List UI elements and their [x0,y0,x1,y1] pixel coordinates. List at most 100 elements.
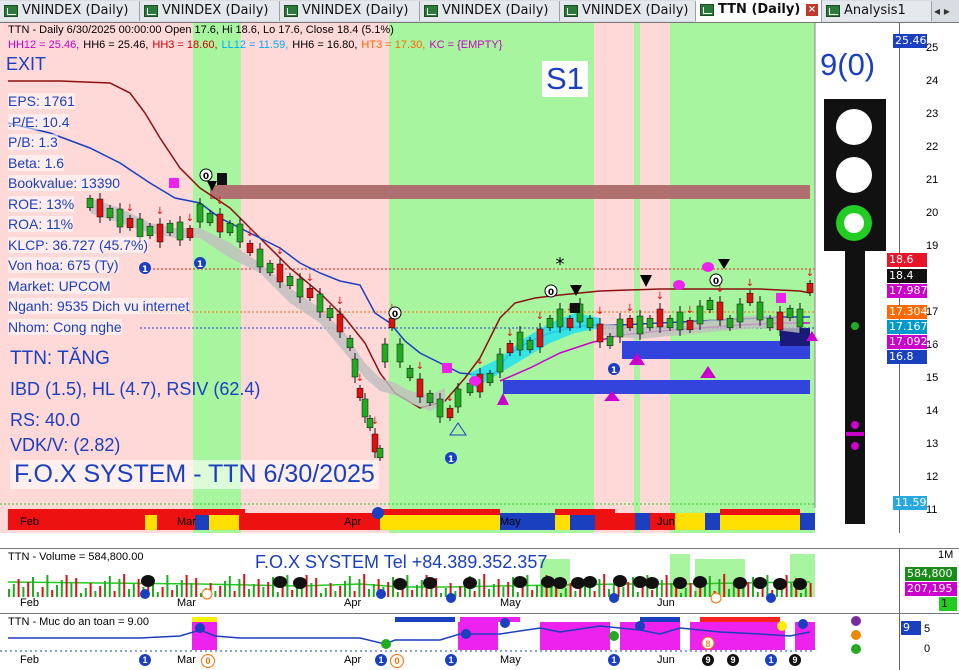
svg-text:↓: ↓ [806,268,814,279]
price-label: 25.46 [893,34,927,48]
svg-text:↓: ↓ [306,273,314,284]
level-value: HT3 = 17.30, [361,39,426,51]
svg-text:↓: ↓ [506,328,514,339]
level-value: HH12 = 25.46, [8,39,80,51]
resistance-band [210,185,810,199]
fundamental-item: KLCP: 36.727 (45.7%) [8,236,149,253]
svg-text:↓: ↓ [476,356,484,367]
level-value: LL12 = 11.59, [221,39,289,51]
zone-pink [241,23,389,533]
safety-line [8,625,811,645]
square-marker-black [570,303,580,313]
volume-panel[interactable]: TTN - Volume = 584,800.00 F.O.X SYSTEM T… [0,548,959,613]
light-top [836,109,872,145]
traffic-light [824,99,886,251]
y-tick: 13 [926,438,939,450]
tab-ttn-daily[interactable]: TTN (Daily) × [696,0,822,22]
signal-marker-1-text: 1 [611,366,617,376]
trend-signal: TTN: TĂNG [10,348,110,369]
month-label: Apr [344,597,362,609]
price-label: 17.9879 [887,284,935,298]
month-label: Mar [177,597,196,609]
svg-text:↓: ↓ [156,206,164,217]
y-tick: 25 [926,42,939,54]
fundamental-item: .P/E: 10.4 [8,113,70,130]
light-bottom-green [836,205,872,241]
volume-signal-label: 1 [939,597,957,611]
safety-signal-marker: 0 [201,654,215,668]
chart-icon [144,5,158,17]
fundamental-item: Nganh: 9535 Dich vu internet [8,298,190,314]
support-band [503,380,810,394]
eight-marker-text: 8 [705,640,711,650]
price-panel[interactable]: ↓↓↓↓↓↓↓↓↓↓↓↓↓↓↓↓↓↓↓↓↓↓↓↓↓↓ 1 1 1 1 0 0 0… [0,22,959,533]
safety-signal-marker: 9 [789,654,801,666]
fundamental-item: Market: UPCOM [8,277,111,294]
svg-text:↓: ↓ [216,196,224,207]
close-tab-icon[interactable]: × [806,4,818,16]
exit-label: EXIT [6,54,47,74]
svg-text:↓: ↓ [536,311,544,322]
signal-marker-1-text: 1 [448,455,454,465]
safety-signal-marker: 0 [390,654,404,668]
signal-marker-1-text: 1 [142,265,148,275]
tab-vnindex-3[interactable]: VNINDEX (Daily) [280,1,420,21]
zero-marker-text: 0 [713,277,719,287]
safety-signal-marker: 9 [727,654,739,666]
dot-marker [673,280,685,290]
svg-text:↓: ↓ [246,228,254,239]
month-label: Feb [20,654,39,666]
svg-text:↓: ↓ [446,393,454,404]
zero-marker-text: 0 [392,310,398,320]
fundamental-item: Beta: 1.6 [8,154,65,171]
price-label: 17.0923 [887,335,935,349]
month-label: Mar [177,516,196,528]
tab-vnindex-1[interactable]: VNINDEX (Daily) [0,1,140,21]
zone-green [389,23,594,533]
y-tick: 19 [926,240,939,252]
tab-label: VNINDEX (Daily) [302,3,409,18]
y-tick: 11 [926,504,938,516]
safety-title: TTN - Muc do an toan = 9.00 [8,616,149,628]
tab-vnindex-5[interactable]: VNINDEX (Daily) [560,1,696,21]
fundamental-item: Nhom: Cong nghe [8,318,122,335]
tab-label: VNINDEX (Daily) [162,3,269,18]
month-label: Mar [177,654,196,666]
month-label: May [500,597,521,609]
svg-text:↓: ↓ [336,296,344,307]
svg-text:↓: ↓ [276,246,284,257]
volume-tick: 1M [938,549,954,561]
vdk-line: VDK/V: (2.82) [10,435,121,455]
price-chart[interactable]: ↓↓↓↓↓↓↓↓↓↓↓↓↓↓↓↓↓↓↓↓↓↓↓↓↓↓ 1 1 1 1 0 0 0… [0,23,959,533]
price-label: 17.1675 [887,320,935,334]
safety-signal-marker: 9 [702,654,714,666]
tab-vnindex-2[interactable]: VNINDEX (Daily) [140,1,280,21]
tab-analysis1[interactable]: Analysis1 [822,1,932,21]
tab-scroll-arrows[interactable]: ◂ ▸ [934,4,950,18]
s1-label: S1 [542,61,588,97]
tab-vnindex-4[interactable]: VNINDEX (Daily) [420,1,560,21]
light-middle [836,157,872,193]
y-tick: 17 [926,306,939,318]
square-marker [776,293,786,303]
price-label: 18.6 [887,253,927,267]
level-value: HH6 = 16.80, [292,39,358,51]
fundamental-item: Von hoa: 675 (Ty) [8,257,119,273]
level-line: HH12 = 25.46, HH6 = 25.46, HH3 = 18.60, LL1… [8,39,506,51]
fundamental-item: Bookvalue: 13390 [8,175,121,191]
month-label: Apr [344,654,362,666]
zone-green [634,23,640,533]
legend-dot [851,616,861,626]
zone-pink [594,23,634,533]
svg-text:↓: ↓ [656,291,664,302]
month-label: Apr [344,516,362,528]
svg-text:↓: ↓ [371,416,379,427]
safety-panel[interactable]: 8 TTN - Muc do an toan = 9.00 Feb Mar Apr M… [0,613,959,670]
y-tick: 12 [926,471,939,483]
price-label: 16.8 [887,350,927,364]
safety-signal-marker: 1 [139,654,151,666]
y-tick: 24 [926,75,939,87]
safety-tick: 0 [924,643,931,655]
svg-text:↓: ↓ [126,203,134,214]
svg-text:↓: ↓ [686,305,694,316]
